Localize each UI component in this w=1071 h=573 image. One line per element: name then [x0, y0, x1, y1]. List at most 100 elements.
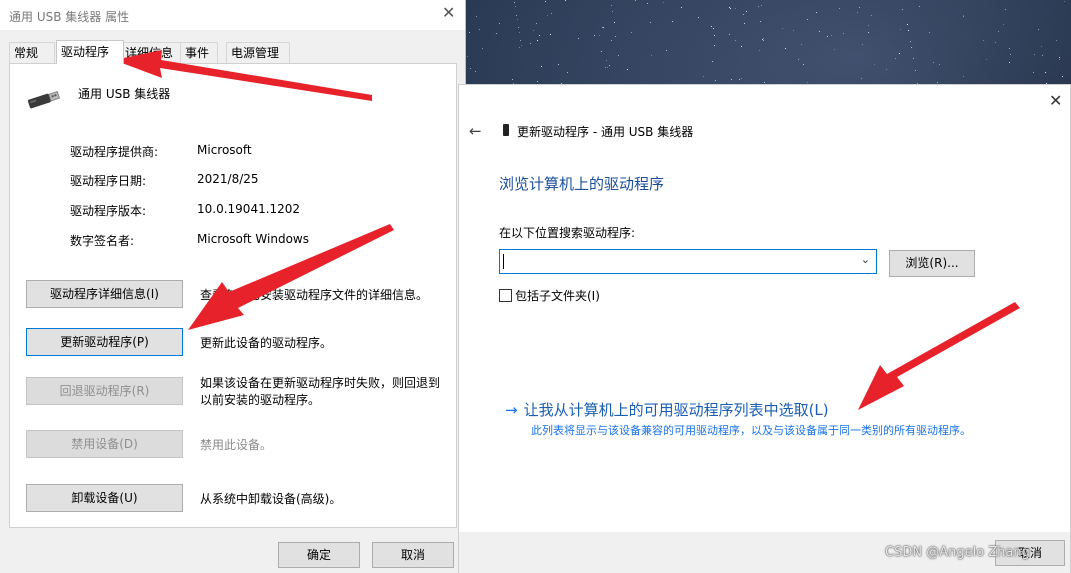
- star: [746, 11, 748, 13]
- pick-from-list-link[interactable]: → 让我从计算机上的可用驱动程序列表中选取(L): [505, 399, 829, 420]
- title-bar: 通用 USB 集线器 属性 ✕: [0, 0, 465, 30]
- star: [615, 36, 617, 38]
- star: [899, 52, 901, 54]
- roll-back-driver-button[interactable]: 回退驱动程序(R): [26, 377, 183, 405]
- star: [578, 37, 580, 39]
- star: [1034, 53, 1036, 55]
- star: [1005, 9, 1007, 11]
- star: [856, 12, 858, 14]
- star: [873, 63, 875, 65]
- cancel-button[interactable]: 取消: [372, 542, 454, 568]
- star: [516, 14, 518, 16]
- tab-events[interactable]: 事件: [180, 42, 218, 63]
- star: [759, 50, 761, 52]
- star: [537, 80, 539, 82]
- star: [537, 39, 539, 41]
- driver-path-combobox[interactable]: ⌄: [499, 249, 877, 274]
- star: [742, 14, 744, 16]
- star: [741, 77, 743, 79]
- star: [1041, 54, 1043, 56]
- tab-label: 常规: [14, 46, 39, 60]
- info-label: 驱动程序日期:: [70, 174, 147, 188]
- star: [647, 2, 649, 4]
- star: [519, 40, 521, 42]
- star: [551, 13, 553, 15]
- back-arrow-icon[interactable]: ←: [469, 122, 482, 140]
- uninstall-device-button[interactable]: 卸载设备(U): [26, 484, 183, 512]
- star: [557, 63, 559, 65]
- tab-label: 事件: [185, 46, 210, 60]
- star: [763, 39, 765, 41]
- tab-driver[interactable]: 驱动程序: [56, 40, 124, 64]
- star: [712, 28, 714, 30]
- star: [601, 50, 602, 52]
- star: [613, 21, 615, 23]
- info-value: Microsoft: [197, 143, 252, 157]
- star: [803, 63, 805, 65]
- star: [516, 18, 518, 20]
- tab-power-management[interactable]: 电源管理: [226, 42, 290, 63]
- include-subfolders-checkbox[interactable]: [499, 289, 512, 302]
- usb-device-icon: [503, 124, 509, 136]
- star: [728, 33, 730, 35]
- star: [913, 57, 915, 59]
- star: [764, 81, 766, 83]
- star: [939, 63, 941, 65]
- close-icon[interactable]: ✕: [442, 5, 455, 21]
- star: [517, 27, 519, 29]
- tab-label: 电源管理: [231, 46, 280, 60]
- star: [731, 79, 733, 81]
- update-driver-desc: 更新此设备的驱动程序。: [200, 336, 333, 350]
- star: [910, 47, 912, 49]
- star: [901, 9, 903, 11]
- browse-button[interactable]: 浏览(R)...: [889, 250, 975, 277]
- star: [1040, 46, 1042, 48]
- star: [843, 33, 845, 35]
- disable-device-button[interactable]: 禁用设备(D): [26, 430, 183, 458]
- star: [539, 35, 541, 37]
- tab-label: 详细信息: [125, 46, 174, 60]
- star: [797, 58, 799, 60]
- tab-label: 驱动程序: [61, 45, 110, 59]
- star: [735, 39, 737, 41]
- update-driver-button[interactable]: 更新驱动程序(P): [26, 328, 183, 356]
- arrow-right-icon: →: [505, 401, 518, 419]
- roll-back-driver-desc: 如果该设备在更新驱动程序时失败，则回退到 以前安装的驱动程序。: [200, 375, 440, 409]
- star: [499, 23, 501, 25]
- star: [698, 16, 700, 18]
- star: [469, 32, 471, 34]
- star: [743, 22, 745, 24]
- star: [536, 22, 538, 24]
- star: [793, 29, 795, 31]
- star: [963, 16, 965, 18]
- star: [861, 44, 863, 46]
- info-value: 10.0.19041.1202: [197, 202, 301, 216]
- star: [603, 26, 605, 28]
- driver-details-button[interactable]: 驱动程序详细信息(I): [26, 280, 183, 308]
- star: [519, 46, 521, 48]
- info-label: 驱动程序提供商:: [70, 145, 159, 159]
- star: [713, 34, 715, 36]
- tab-general[interactable]: 常规: [9, 42, 55, 63]
- star: [833, 48, 835, 50]
- star: [672, 20, 673, 22]
- include-subfolders-label[interactable]: 包括子文件夹(I): [515, 287, 600, 304]
- star: [602, 27, 604, 29]
- star: [729, 8, 731, 10]
- star: [518, 31, 520, 33]
- ok-button[interactable]: 确定: [278, 542, 360, 568]
- star: [607, 66, 609, 68]
- star: [598, 35, 600, 37]
- star: [859, 6, 861, 8]
- tab-details[interactable]: 详细信息: [120, 42, 182, 63]
- chevron-down-icon[interactable]: ⌄: [861, 253, 870, 266]
- star: [1002, 23, 1004, 25]
- star: [899, 28, 901, 30]
- star: [868, 32, 870, 34]
- star: [514, 6, 516, 8]
- star: [915, 70, 917, 72]
- info-value: Microsoft Windows: [197, 232, 309, 246]
- pick-from-list-desc: 此列表将显示与该设备兼容的可用驱动程序，以及与该设备属于同一类别的所有驱动程序。: [531, 424, 971, 437]
- star: [928, 31, 930, 33]
- close-icon[interactable]: ✕: [1049, 91, 1062, 110]
